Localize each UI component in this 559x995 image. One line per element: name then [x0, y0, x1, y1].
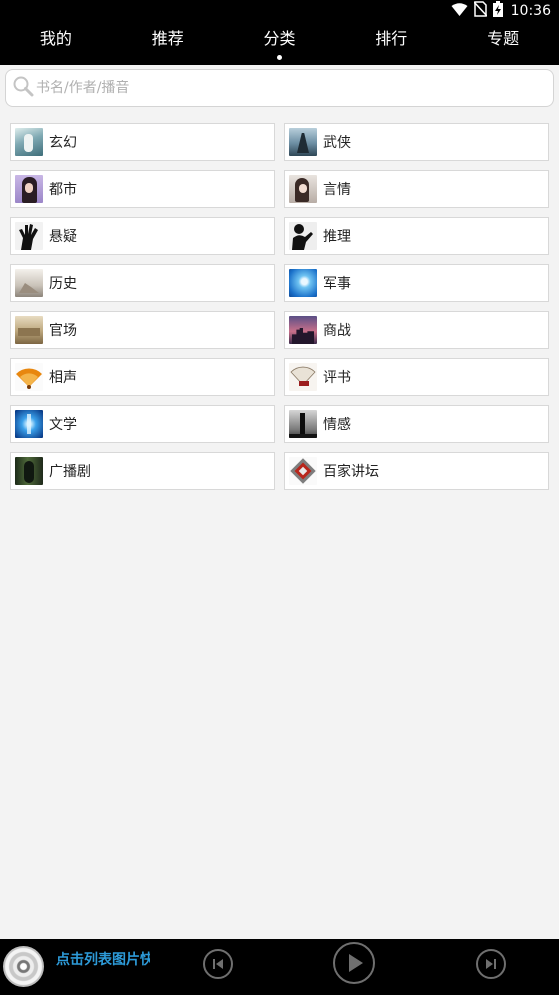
- search-input[interactable]: [36, 80, 536, 96]
- category-label: 评书: [323, 370, 351, 386]
- now-playing-text[interactable]: 点击列表图片快: [56, 949, 150, 969]
- category-label: 悬疑: [49, 229, 77, 245]
- category-label: 武侠: [323, 135, 351, 151]
- category-lecture[interactable]: 百家讲坛: [284, 452, 549, 490]
- status-icons: 10:36: [451, 1, 551, 21]
- battery-charging-icon: [492, 1, 503, 21]
- category-label: 百家讲坛: [323, 464, 379, 480]
- category-crosstalk[interactable]: 相声: [10, 358, 275, 396]
- tab-label: 专题: [487, 29, 520, 48]
- tab-label: 分类: [263, 29, 296, 48]
- martial-arts-thumbnail: [289, 128, 317, 156]
- tab-category[interactable]: 分类: [224, 22, 336, 65]
- tab-label: 我的: [39, 29, 72, 48]
- category-storytelling[interactable]: 评书: [284, 358, 549, 396]
- tab-label: 推荐: [151, 29, 184, 48]
- category-label: 推理: [323, 229, 351, 245]
- category-label: 广播剧: [49, 464, 91, 480]
- play-button[interactable]: [333, 942, 375, 984]
- category-label: 文学: [49, 417, 77, 433]
- category-grid: 玄幻 武侠 都市 言情 悬疑 推理 历史 军事 官场 商战 相声 评书 文学 情…: [10, 123, 549, 490]
- crosstalk-thumbnail: [15, 363, 43, 391]
- category-radio-drama[interactable]: 广播剧: [10, 452, 275, 490]
- category-emotion[interactable]: 情感: [284, 405, 549, 443]
- previous-button[interactable]: [203, 949, 233, 979]
- category-label: 玄幻: [49, 135, 77, 151]
- category-label: 言情: [323, 182, 351, 198]
- disc-icon[interactable]: [3, 946, 44, 987]
- urban-thumbnail: [15, 175, 43, 203]
- category-label: 历史: [49, 276, 77, 292]
- active-tab-indicator: [276, 55, 282, 60]
- tab-label: 排行: [375, 29, 408, 48]
- storytelling-thumbnail: [289, 363, 317, 391]
- tab-bar: 我的 推荐 分类 排行 专题: [0, 22, 559, 65]
- romance-thumbnail: [289, 175, 317, 203]
- category-label: 商战: [323, 323, 351, 339]
- tab-ranking[interactable]: 排行: [335, 22, 447, 65]
- lecture-thumbnail: [289, 457, 317, 485]
- search-icon: [12, 75, 34, 101]
- fantasy-thumbnail: [15, 128, 43, 156]
- category-martial-arts[interactable]: 武侠: [284, 123, 549, 161]
- clock: 10:36: [510, 3, 551, 19]
- status-bar: 10:36: [0, 0, 559, 22]
- no-sim-icon: [473, 1, 488, 21]
- category-military[interactable]: 军事: [284, 264, 549, 302]
- category-label: 相声: [49, 370, 77, 386]
- category-label: 官场: [49, 323, 77, 339]
- category-mystery[interactable]: 推理: [284, 217, 549, 255]
- tab-recommend[interactable]: 推荐: [112, 22, 224, 65]
- tab-topics[interactable]: 专题: [447, 22, 559, 65]
- category-literature[interactable]: 文学: [10, 405, 275, 443]
- literature-thumbnail: [15, 410, 43, 438]
- military-thumbnail: [289, 269, 317, 297]
- category-label: 都市: [49, 182, 77, 198]
- player-bar: 点击列表图片快: [0, 939, 559, 995]
- category-romance[interactable]: 言情: [284, 170, 549, 208]
- business-thumbnail: [289, 316, 317, 344]
- emotion-thumbnail: [289, 410, 317, 438]
- search-bar[interactable]: [5, 69, 554, 107]
- history-thumbnail: [15, 269, 43, 297]
- category-officialdom[interactable]: 官场: [10, 311, 275, 349]
- mystery-thumbnail: [289, 222, 317, 250]
- category-suspense[interactable]: 悬疑: [10, 217, 275, 255]
- tab-mine[interactable]: 我的: [0, 22, 112, 65]
- wifi-icon: [451, 2, 468, 21]
- category-label: 军事: [323, 276, 351, 292]
- category-history[interactable]: 历史: [10, 264, 275, 302]
- suspense-thumbnail: [15, 222, 43, 250]
- category-urban[interactable]: 都市: [10, 170, 275, 208]
- radio-drama-thumbnail: [15, 457, 43, 485]
- category-fantasy[interactable]: 玄幻: [10, 123, 275, 161]
- officialdom-thumbnail: [15, 316, 43, 344]
- next-button[interactable]: [476, 949, 506, 979]
- category-business[interactable]: 商战: [284, 311, 549, 349]
- category-label: 情感: [323, 417, 351, 433]
